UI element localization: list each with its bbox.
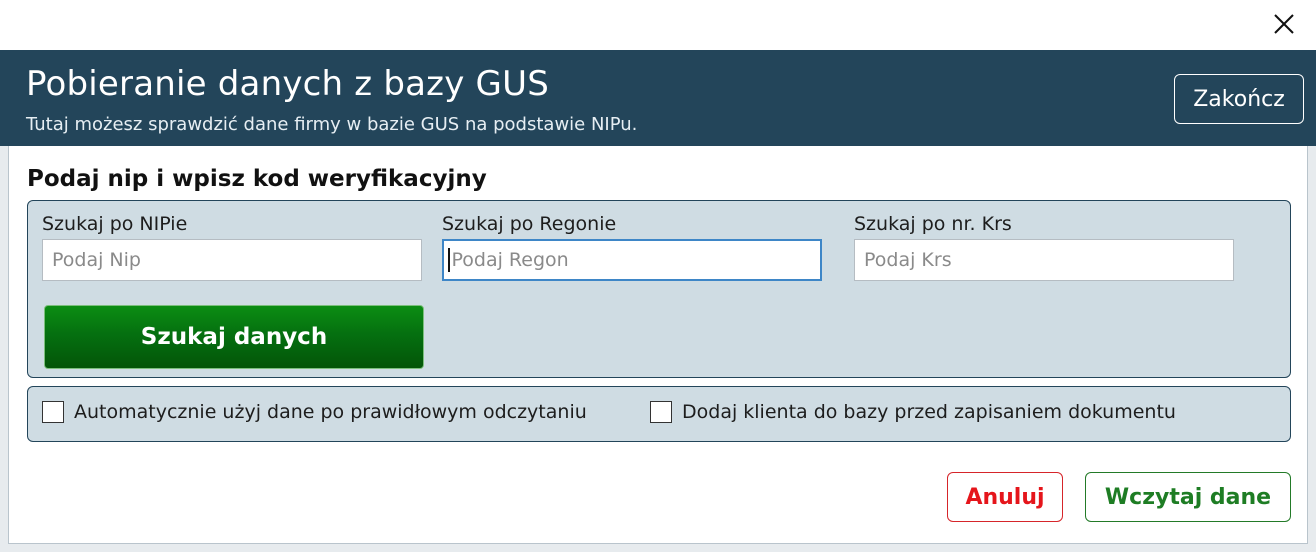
close-icon[interactable] (1270, 10, 1298, 38)
auto-use-label: Automatycznie użyj dane po prawidłowym o… (74, 401, 587, 423)
add-client-label: Dodaj klienta do bazy przed zapisaniem d… (682, 401, 1176, 423)
dialog-subtitle: Tutaj możesz sprawdzić dane firmy w bazi… (26, 114, 638, 135)
nip-placeholder: Podaj Nip (52, 249, 141, 271)
dialog-header: Pobieranie danych z bazy GUS Tutaj możes… (0, 50, 1316, 146)
search-data-button[interactable]: Szukaj danych (44, 305, 424, 369)
krs-input[interactable]: Podaj Krs (854, 239, 1234, 281)
regon-placeholder: Podaj Regon (451, 249, 569, 271)
options-panel: Automatycznie użyj dane po prawidłowym o… (27, 386, 1291, 442)
load-data-button[interactable]: Wczytaj dane (1085, 472, 1291, 522)
dialog-title: Pobieranie danych z bazy GUS (26, 64, 549, 104)
add-client-option[interactable]: Dodaj klienta do bazy przed zapisaniem d… (650, 401, 1176, 423)
krs-label: Szukaj po nr. Krs (854, 213, 1012, 235)
auto-use-checkbox[interactable] (42, 401, 64, 423)
add-client-checkbox[interactable] (650, 401, 672, 423)
dialog-content: Podaj nip i wpisz kod weryfikacyjny Szuk… (8, 146, 1308, 544)
regon-input[interactable]: Podaj Regon (442, 239, 822, 281)
cancel-button[interactable]: Anuluj (947, 472, 1063, 522)
nip-input[interactable]: Podaj Nip (42, 239, 422, 281)
krs-placeholder: Podaj Krs (864, 249, 952, 271)
window-titlebar (0, 0, 1316, 50)
regon-label: Szukaj po Regonie (442, 213, 617, 235)
auto-use-option[interactable]: Automatycznie użyj dane po prawidłowym o… (42, 401, 587, 423)
section-title: Podaj nip i wpisz kod weryfikacyjny (27, 166, 487, 192)
frame-left (0, 146, 8, 552)
search-panel: Szukaj po NIPie Podaj Nip Szukaj po Rego… (27, 200, 1291, 378)
frame-bottom (0, 544, 1316, 552)
finish-button[interactable]: Zakończ (1174, 74, 1304, 124)
text-caret (448, 248, 450, 272)
nip-label: Szukaj po NIPie (42, 213, 188, 235)
frame-right (1308, 146, 1316, 552)
